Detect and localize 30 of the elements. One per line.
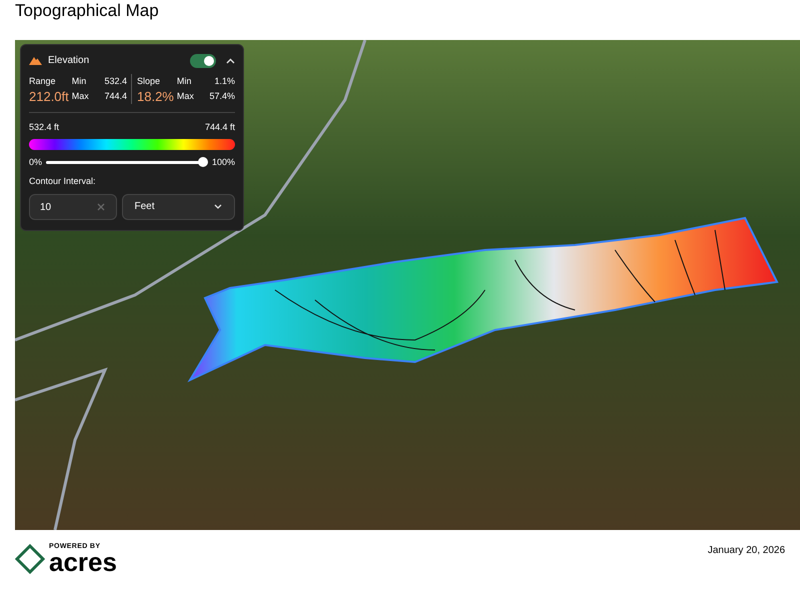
slope-min-value: 1.1% — [213, 75, 235, 88]
opacity-slider[interactable] — [46, 157, 208, 168]
elevation-toggle[interactable] — [190, 54, 216, 68]
mountain-icon — [29, 56, 42, 65]
contour-interval-label: Contour Interval: — [29, 175, 97, 188]
min-label: Min — [72, 75, 88, 88]
opacity-max-label: 100% — [212, 156, 235, 168]
scale-max-label: 744.4 ft — [204, 121, 235, 134]
panel-title: Elevation — [48, 54, 90, 68]
clear-icon[interactable] — [96, 202, 104, 210]
range-max-value: 744.4 — [103, 90, 127, 103]
range-min-value: 532.4 — [103, 75, 127, 88]
chevron-icon[interactable] — [226, 58, 235, 64]
page-title: Topographical Map — [15, 2, 159, 20]
slope-value: 18.2% — [137, 89, 174, 104]
contour-interval-field[interactable]: 10 — [29, 194, 116, 220]
chevron-down-icon — [214, 204, 222, 209]
diamond-logo-icon — [15, 544, 45, 574]
opacity-min-label: 0% — [29, 156, 42, 168]
scale-min-label: 532.4 ft — [29, 121, 60, 134]
max-label: Max — [72, 90, 89, 103]
slope-label: Slope — [137, 75, 162, 88]
report-date: January 20, 2026 — [708, 544, 785, 558]
max-label: Max — [176, 90, 194, 103]
range-value: 212.0ft — [29, 89, 69, 104]
min-label: Min — [176, 75, 192, 88]
unit-dropdown[interactable]: Feet — [122, 194, 235, 220]
range-label: Range — [29, 75, 57, 88]
slope-max-value: 57.4% — [208, 90, 235, 103]
brand-logo-text: acres — [49, 550, 117, 574]
